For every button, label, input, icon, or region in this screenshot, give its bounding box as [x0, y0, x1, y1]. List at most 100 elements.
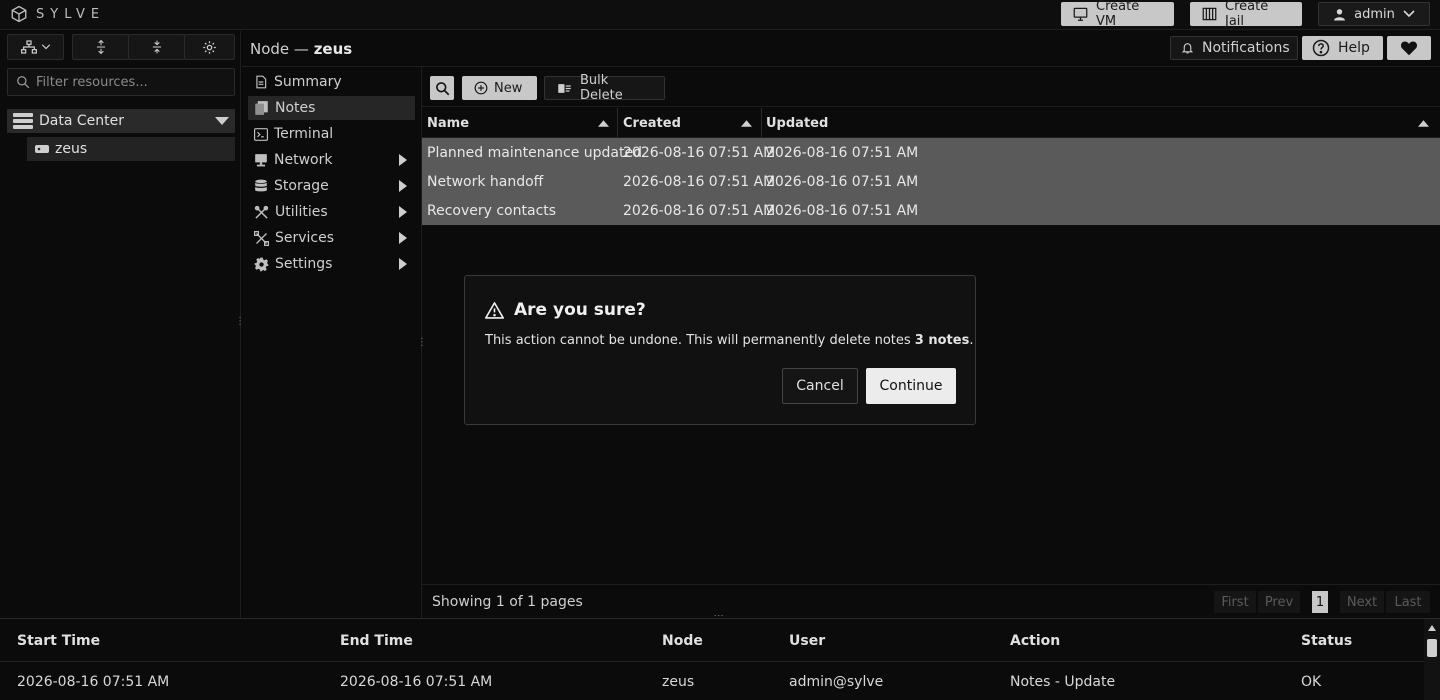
collapse-all-button[interactable]: [128, 34, 185, 60]
log-cell-node: zeus: [662, 674, 695, 690]
chevron-right-icon: [399, 180, 407, 192]
filter-resources[interactable]: [7, 68, 235, 96]
bell-icon: [1181, 41, 1194, 55]
confirm-delete-dialog: Are you sure? This action cannot be undo…: [464, 275, 976, 425]
cell-updated: 2026-08-16 07:51 AM: [766, 144, 919, 161]
tree-item-datacenter[interactable]: Data Center: [7, 109, 235, 133]
table-row[interactable]: Network handoff 2026-08-16 07:51 AM 2026…: [422, 167, 1440, 196]
last-page-button[interactable]: Last: [1386, 591, 1430, 613]
log-header-node[interactable]: Node: [662, 633, 703, 649]
expand-arrows-icon: [94, 40, 108, 54]
dialog-count: 3 notes: [914, 333, 970, 348]
filter-resources-input[interactable]: [36, 74, 226, 90]
user-icon: [1333, 8, 1346, 21]
gear-icon: [202, 40, 217, 55]
next-page-button[interactable]: Next: [1340, 591, 1384, 613]
terminal-icon: [254, 127, 268, 141]
menu-item-utilities[interactable]: Utilities: [248, 200, 415, 224]
log-cell-status: OK: [1301, 674, 1322, 690]
log-header-start-time[interactable]: Start Time: [17, 633, 100, 649]
top-bar: SYLVE Create VM Create Jail admin: [0, 0, 1440, 30]
notifications-button[interactable]: Notifications: [1170, 36, 1298, 60]
tree-settings-button[interactable]: [184, 34, 235, 60]
cell-created: 2026-08-16 07:51 AM: [623, 173, 776, 190]
search-icon: [16, 75, 30, 89]
caret-down-icon: [215, 117, 229, 125]
menu-item-notes[interactable]: Notes: [248, 96, 415, 120]
sort-asc-icon: [1418, 120, 1429, 127]
prev-page-button[interactable]: Prev: [1258, 591, 1300, 613]
cell-updated: 2026-08-16 07:51 AM: [766, 202, 919, 219]
chevron-right-icon: [399, 232, 407, 244]
sort-asc-icon: [598, 120, 609, 127]
log-scrollbar[interactable]: [1424, 619, 1440, 700]
table-row[interactable]: Planned maintenance updated 2026-08-16 0…: [422, 138, 1440, 167]
cube-icon: [10, 5, 28, 23]
table-row[interactable]: Recovery contacts 2026-08-16 07:51 AM 20…: [422, 196, 1440, 225]
donate-button[interactable]: [1387, 36, 1431, 60]
gear-icon: [254, 257, 269, 272]
log-header-user[interactable]: User: [789, 633, 825, 649]
continue-button[interactable]: Continue: [866, 368, 956, 404]
log-header-status[interactable]: Status: [1301, 633, 1352, 649]
log-cell-start-time: 2026-08-16 07:51 AM: [17, 674, 170, 690]
scroll-thumb[interactable]: [1427, 639, 1437, 657]
warning-triangle-icon: [485, 301, 504, 319]
cell-name: Network handoff: [427, 173, 544, 190]
jail-icon: [1202, 7, 1217, 21]
user-menu-button[interactable]: admin: [1318, 2, 1430, 26]
tree-item-zeus[interactable]: zeus: [27, 137, 235, 161]
page-title: Node — zeus: [250, 40, 353, 58]
server-icon: [35, 145, 49, 153]
menu-item-summary[interactable]: Summary: [248, 70, 415, 94]
cell-created: 2026-08-16 07:51 AM: [623, 202, 776, 219]
cell-created: 2026-08-16 07:51 AM: [623, 144, 776, 161]
server-rack-icon: [13, 113, 33, 129]
column-header-name[interactable]: Name: [422, 108, 617, 138]
scroll-up-icon[interactable]: [1428, 625, 1436, 631]
notes-icon: [254, 101, 269, 115]
chevron-down-icon: [1403, 10, 1415, 18]
column-header-updated[interactable]: Updated: [761, 108, 1440, 138]
log-header-action[interactable]: Action: [1010, 633, 1060, 649]
chevron-right-icon: [399, 154, 407, 166]
notes-table-header: Name Created Updated: [422, 108, 1440, 138]
cell-updated: 2026-08-16 07:51 AM: [766, 173, 919, 190]
expand-all-button[interactable]: [72, 34, 129, 60]
menu-item-terminal[interactable]: Terminal: [248, 122, 415, 146]
notes-toolbar: New Bulk Delete: [422, 67, 1440, 107]
cancel-button[interactable]: Cancel: [782, 368, 858, 404]
column-header-created[interactable]: Created: [618, 108, 761, 138]
menu-item-network[interactable]: Network: [248, 148, 415, 172]
create-jail-button[interactable]: Create Jail: [1190, 0, 1302, 29]
log-divider: [0, 661, 1424, 662]
create-vm-button[interactable]: Create VM: [1061, 0, 1174, 29]
new-note-button[interactable]: New: [462, 76, 537, 100]
resource-sidebar: Data Center zeus ⋮: [0, 31, 245, 618]
log-cell-action: Notes - Update: [1010, 674, 1116, 690]
log-cell-end-time: 2026-08-16 07:51 AM: [340, 674, 493, 690]
log-header-end-time[interactable]: End Time: [340, 633, 413, 649]
utilities-icon: [254, 205, 269, 220]
heart-icon: [1400, 40, 1418, 56]
menu-item-storage[interactable]: Storage: [248, 174, 415, 198]
search-button[interactable]: [430, 76, 454, 100]
bulk-delete-button[interactable]: Bulk Delete: [544, 73, 665, 103]
first-page-button[interactable]: First: [1214, 591, 1256, 613]
chevron-down-icon: [41, 44, 51, 50]
menu-resize-handle[interactable]: ⋮: [417, 337, 427, 348]
page-number-button[interactable]: 1: [1312, 591, 1328, 613]
network-icon: [254, 153, 268, 167]
log-cell-user: admin@sylve: [789, 674, 884, 690]
help-button[interactable]: Help: [1302, 36, 1383, 60]
task-log-panel: Start Time End Time Node User Action Sta…: [0, 618, 1440, 700]
menu-item-settings[interactable]: Settings: [248, 252, 415, 276]
app-logo[interactable]: SYLVE: [10, 5, 105, 23]
services-icon: [254, 230, 269, 246]
tree-view-toggle[interactable]: [7, 34, 64, 60]
dialog-message: This action cannot be undone. This will …: [485, 333, 974, 348]
menu-item-services[interactable]: Services: [248, 226, 415, 250]
sort-asc-icon: [741, 120, 752, 127]
chevron-right-icon: [399, 206, 407, 218]
chevron-right-icon: [399, 258, 407, 270]
